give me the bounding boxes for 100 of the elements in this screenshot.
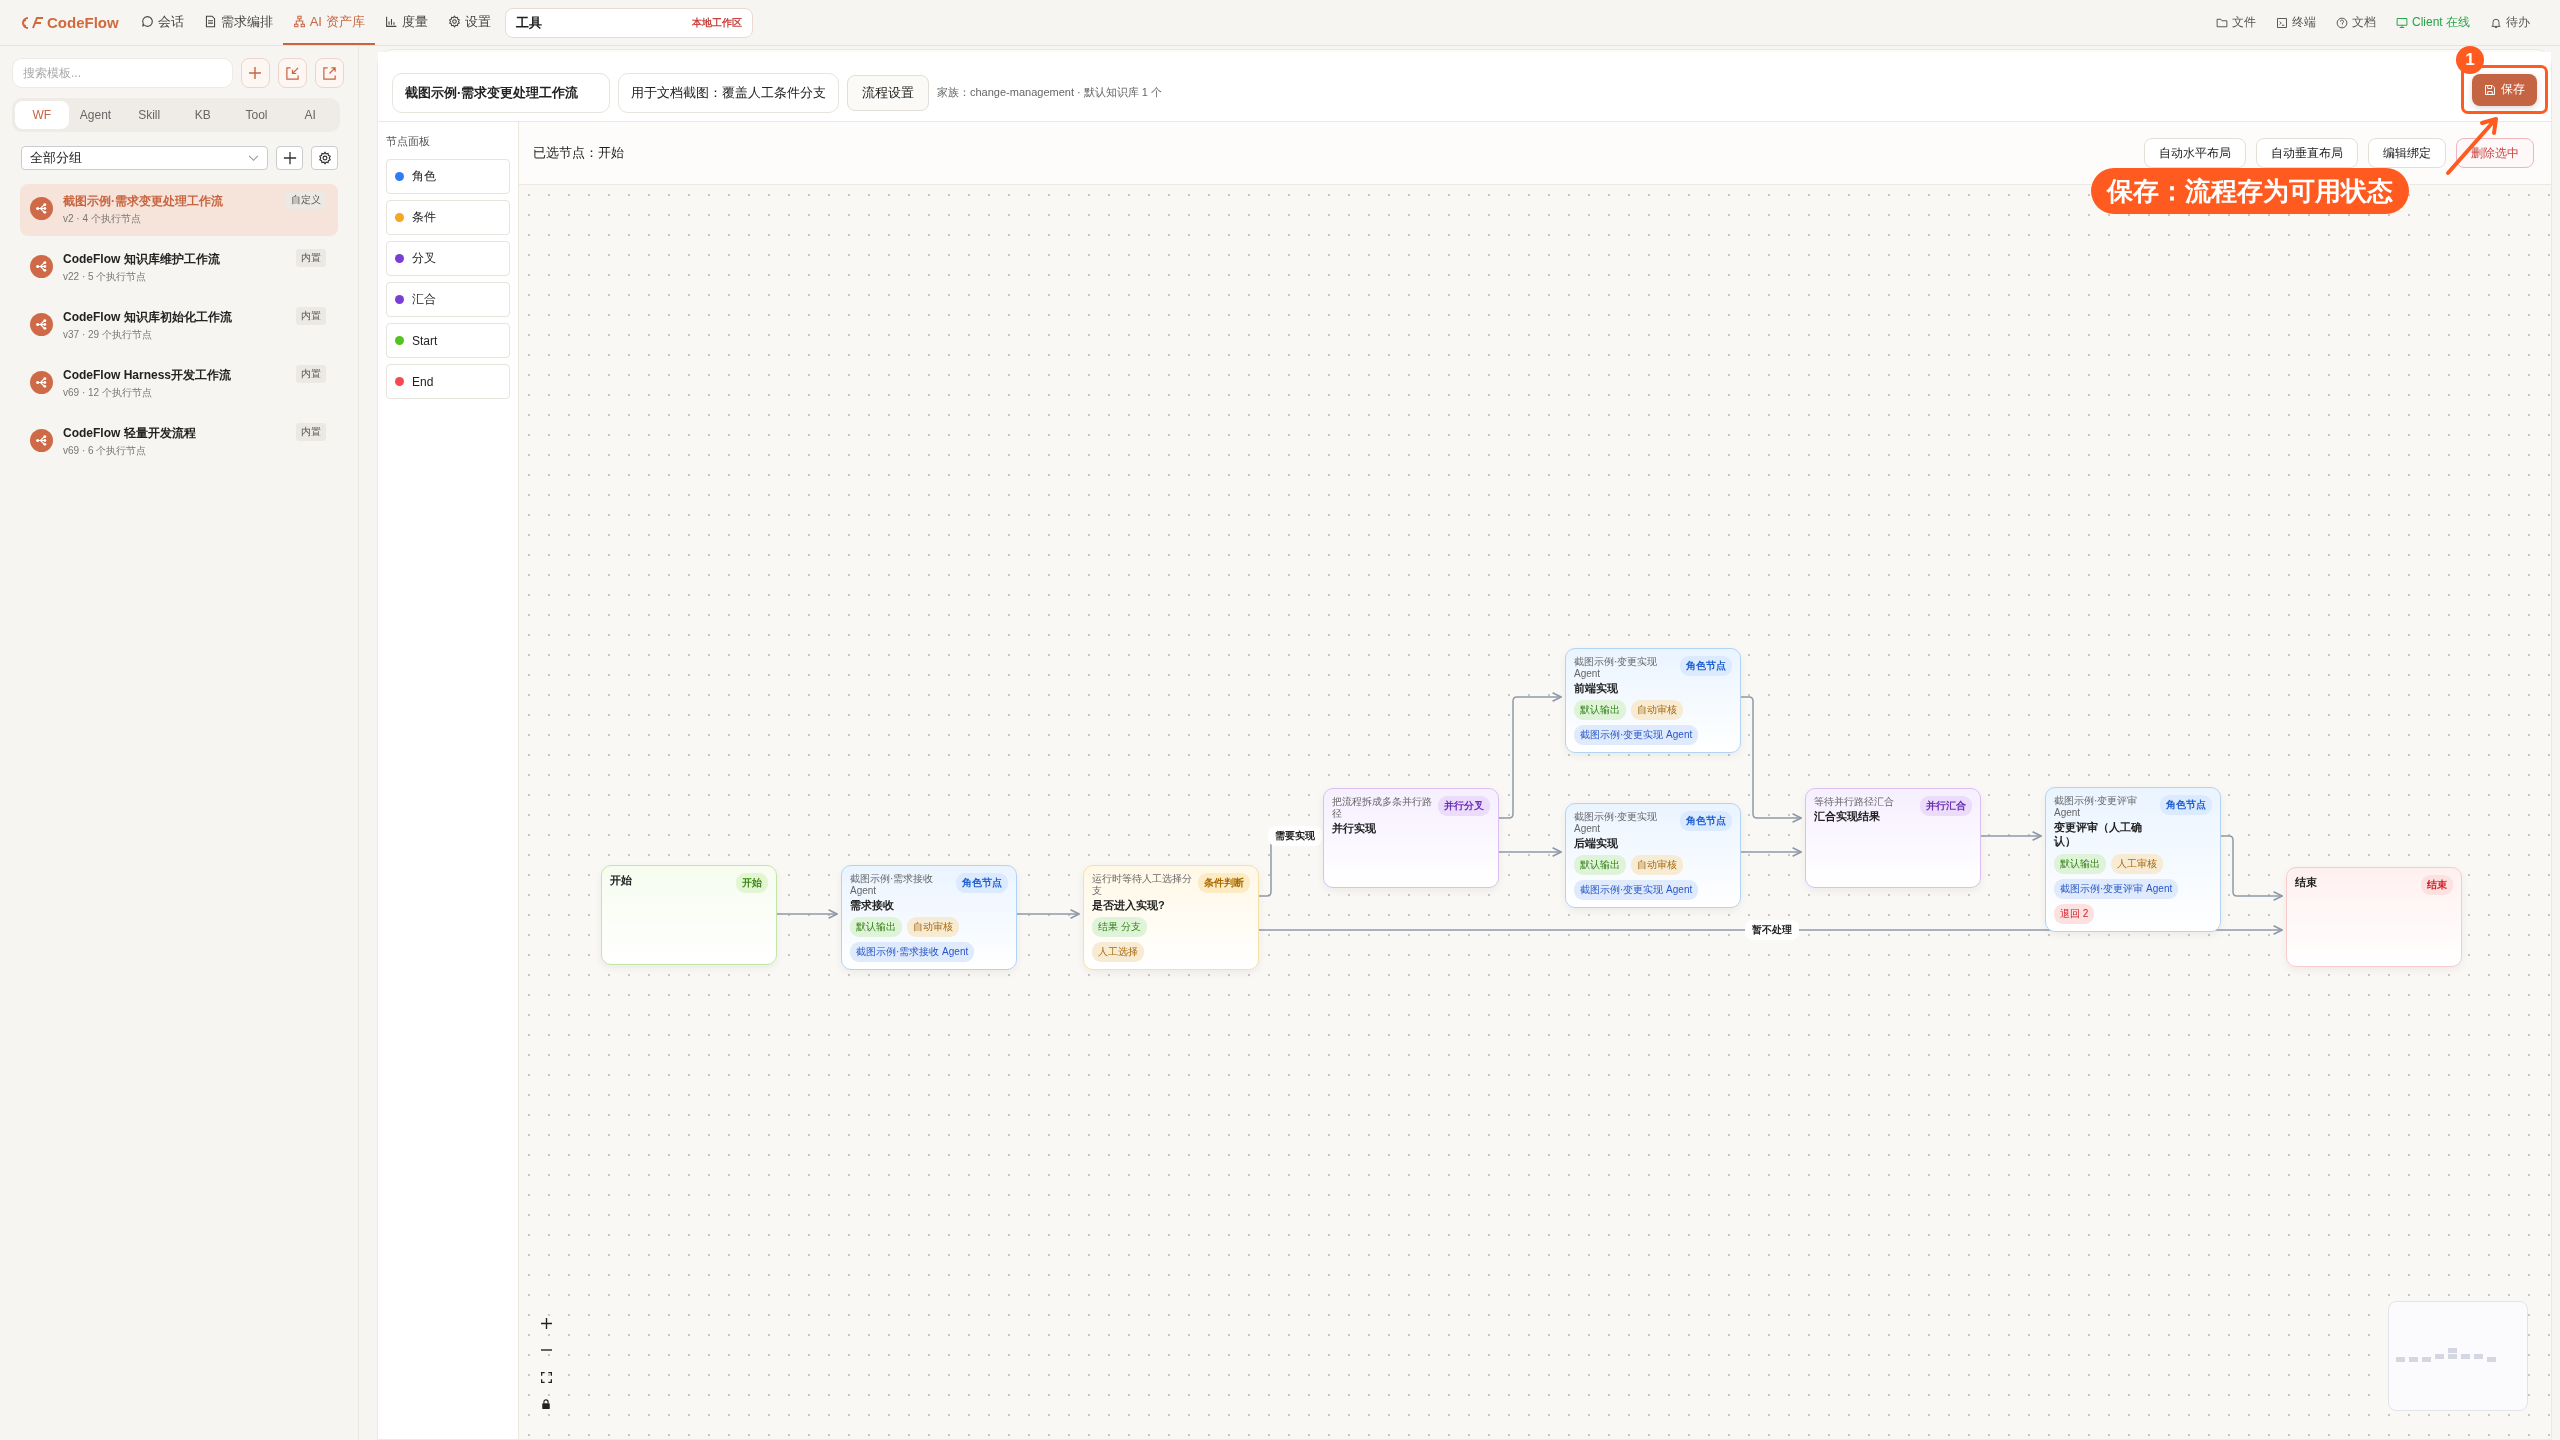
- workflow-meta: v2 · 4 个执行节点: [63, 212, 142, 226]
- node-title: 变更评审（人工确认）: [2054, 820, 2143, 849]
- node-tag: 截图示例·需求接收 Agent: [850, 942, 975, 963]
- flow-node[interactable]: 结束 结束: [2286, 867, 2462, 967]
- asset-tab[interactable]: Agent: [68, 101, 123, 129]
- app-name: CodeFlow: [47, 14, 119, 31]
- group-select[interactable]: 全部分组: [21, 146, 268, 170]
- node-type-badge: 条件判断: [1198, 873, 1250, 893]
- asset-tab[interactable]: Tool: [229, 101, 284, 129]
- node-subtitle: 把流程拆成多条并行路径: [1332, 796, 1433, 820]
- node-title: 并行实现: [1332, 821, 1377, 836]
- asset-tab[interactable]: WF: [15, 101, 69, 129]
- search-field[interactable]: 搜索模板...: [12, 58, 233, 88]
- node-subtitle: 等待并行路径汇合: [1814, 796, 1895, 808]
- flow-node[interactable]: 把流程拆成多条并行路径 并行实现 并行分叉: [1323, 788, 1499, 888]
- logo-icon: [20, 15, 44, 30]
- callout-label: 保存：流程存为可用状态: [2091, 168, 2409, 214]
- flow-node[interactable]: 截图示例·变更评审 Agent 变更评审（人工确认） 角色节点 默认输出 人工审核 截图示例·变更评审 Agent 退回 2: [2045, 787, 2221, 932]
- workflow-item[interactable]: CodeFlow 轻量开发流程 v69 · 6 个执行节点 内置: [20, 416, 338, 468]
- workflow-description-field[interactable]: 用于文档截图：覆盖人工条件分支: [618, 72, 839, 113]
- palette-label: 条件: [412, 209, 436, 226]
- workflow-item[interactable]: CodeFlow Harness开发工作流 v69 · 12 个执行节点 内置: [20, 358, 338, 410]
- flow-node[interactable]: 截图示例·需求接收 Agent 需求接收 角色节点 默认输出 自动审核 截图示例·需求接收 Agent: [841, 865, 1017, 971]
- export-button[interactable]: [314, 58, 344, 88]
- nav-tab[interactable]: 度量: [374, 0, 438, 45]
- workflow-icon: [30, 313, 53, 336]
- connector-arrow: [1740, 846, 1802, 858]
- toolbar-button[interactable]: 自动垂直布局: [2256, 138, 2358, 168]
- flow-node[interactable]: 开始 开始: [601, 865, 777, 965]
- help-icon: [2336, 16, 2348, 29]
- plus-icon: [540, 1317, 552, 1329]
- node-subtitle: 运行时等待人工选择分支: [1092, 873, 1193, 897]
- flow-node[interactable]: 截图示例·变更实现 Agent 前端实现 角色节点 默认输出 自动审核 截图示例·变更实现 Agent: [1565, 648, 1741, 754]
- nav-tab[interactable]: AI 资产库: [282, 0, 375, 45]
- node-type-badge: 角色节点: [956, 873, 1008, 893]
- nav-tab[interactable]: 设置: [437, 0, 501, 45]
- nav-tab[interactable]: 会话: [130, 0, 194, 45]
- node-tag: 截图示例·变更评审 Agent: [2054, 878, 2179, 899]
- node-tag: 自动审核: [907, 917, 959, 938]
- top-link[interactable]: 终端: [2266, 14, 2326, 31]
- node-subtitle: 截图示例·变更评审 Agent: [2054, 795, 2139, 819]
- workflow-title: CodeFlow 知识库初始化工作流: [63, 309, 233, 326]
- palette-item[interactable]: Start: [386, 323, 510, 358]
- workflow-name-field[interactable]: 截图示例·需求变更处理工作流: [392, 72, 610, 113]
- workflow-item[interactable]: 截图示例·需求变更处理工作流 v2 · 4 个执行节点 自定义: [20, 184, 338, 236]
- save-button[interactable]: 保存: [2472, 73, 2537, 106]
- add-group-button[interactable]: [276, 146, 303, 170]
- settings-icon: [447, 15, 461, 28]
- toolbar-button[interactable]: 自动水平布局: [2144, 138, 2246, 168]
- workflow-item[interactable]: CodeFlow 知识库维护工作流 v22 · 5 个执行节点 内置: [20, 242, 338, 294]
- node-type-badge: 开始: [736, 873, 768, 893]
- workflow-title: CodeFlow Harness开发工作流: [63, 367, 233, 384]
- flow-node[interactable]: 运行时等待人工选择分支 是否进入实现? 条件判断 结果 分支 人工选择: [1083, 865, 1259, 971]
- nav-tab[interactable]: 需求编排: [193, 0, 283, 45]
- workspace-label: 本地工作区: [691, 15, 742, 30]
- top-link[interactable]: 文档: [2326, 14, 2386, 31]
- top-link[interactable]: 文件: [2206, 14, 2266, 31]
- connector-arrow: [1016, 908, 1080, 920]
- node-subtitle: 截图示例·需求接收 Agent: [850, 873, 935, 897]
- palette-item[interactable]: 条件: [386, 200, 510, 235]
- asset-tab[interactable]: AI: [283, 101, 338, 129]
- palette-item[interactable]: End: [386, 364, 510, 399]
- asset-tab[interactable]: Skill: [122, 101, 176, 129]
- toolbar-button[interactable]: 删除选中: [2456, 138, 2534, 168]
- workflow-meta: v69 · 12 个执行节点: [63, 386, 153, 400]
- workflow-meta: v37 · 29 个执行节点: [63, 328, 153, 342]
- node-tag: 默认输出: [1574, 855, 1626, 876]
- settings-button[interactable]: [311, 146, 338, 170]
- asset-tab[interactable]: KB: [176, 101, 230, 129]
- palette-label: 分叉: [412, 250, 436, 267]
- connector-arrow: [1980, 830, 2042, 842]
- top-link[interactable]: 待办: [2480, 14, 2540, 31]
- workflow-item[interactable]: CodeFlow 知识库初始化工作流 v37 · 29 个执行节点 内置: [20, 300, 338, 352]
- flow-node[interactable]: 等待并行路径汇合 汇合实现结果 并行汇合: [1805, 788, 1981, 888]
- node-type-badge: 并行汇合: [1920, 796, 1972, 816]
- palette-item[interactable]: 分叉: [386, 241, 510, 276]
- node-subtitle: 截图示例·变更实现 Agent: [1574, 656, 1659, 680]
- workflow-badge: 内置: [296, 365, 326, 383]
- connector-arrow: [2220, 835, 2283, 902]
- add-button[interactable]: [240, 58, 270, 88]
- node-title: 开始: [610, 873, 633, 888]
- workflow-icon: [30, 429, 53, 452]
- palette-item[interactable]: 角色: [386, 159, 510, 194]
- family-info: 家族：change-management · 默认知识库 1 个: [937, 85, 1162, 100]
- flow-settings-button[interactable]: 流程设置: [847, 74, 929, 111]
- import-button[interactable]: [277, 58, 307, 88]
- workflow-badge: 内置: [296, 423, 326, 441]
- toolbar-button[interactable]: 编辑绑定: [2368, 138, 2446, 168]
- node-title: 结束: [2295, 875, 2318, 890]
- edge-label: 暂不处理: [1745, 920, 1799, 940]
- node-title: 是否进入实现?: [1092, 898, 1166, 913]
- connector-arrow: [776, 908, 838, 920]
- workspace-field[interactable]: 工具 本地工作区: [504, 7, 753, 38]
- node-tag: 人工选择: [1092, 942, 1144, 963]
- node-tag: 结果 分支: [1092, 917, 1147, 938]
- flow-node[interactable]: 截图示例·变更实现 Agent 后端实现 角色节点 默认输出 自动审核 截图示例·变更实现 Agent: [1565, 803, 1741, 909]
- palette-item[interactable]: 汇合: [386, 282, 510, 317]
- node-title: 汇合实现结果: [1814, 809, 1881, 824]
- save-icon: [2484, 83, 2496, 96]
- node-title: 前端实现: [1574, 681, 1619, 696]
